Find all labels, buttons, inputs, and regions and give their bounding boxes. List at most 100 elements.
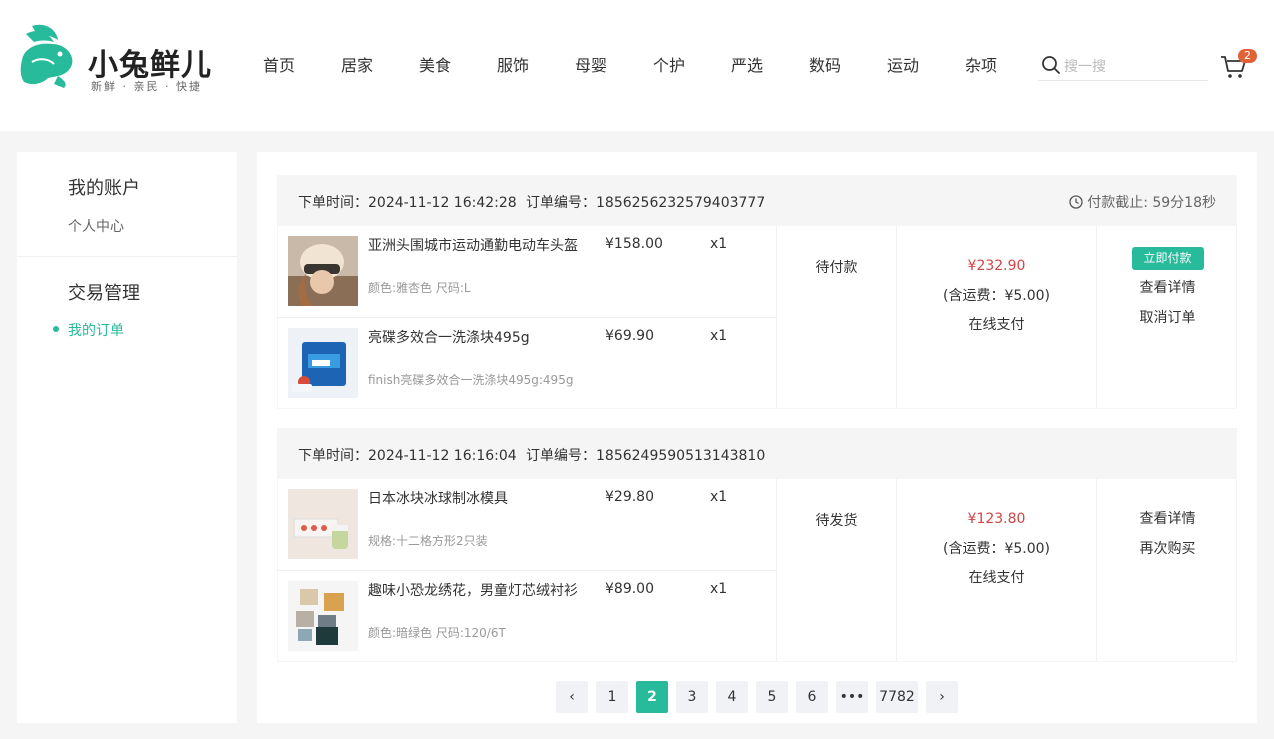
goods-quantity: x1: [710, 236, 728, 252]
view-details-link[interactable]: 查看详情: [1097, 510, 1238, 528]
goods-name[interactable]: 亚洲头围城市运动通勤电动车头盔: [368, 236, 578, 256]
goods-spec: 规格:十二格方形2只装: [368, 534, 488, 548]
more-pages-button[interactable]: •••: [836, 681, 868, 713]
freight-fee: (含运费：¥5.00): [942, 541, 1050, 557]
order-goods-item: 趣味小恐龙绣花，男童灯芯绒衬衫 颜色:暗绿色 尺码:120/6T ¥89.00 …: [278, 570, 777, 661]
order-header: 下单时间：2024-11-12 16:42:28 订单编号：1856256232…: [278, 176, 1236, 226]
order-goods-item: 日本冰块冰球制冰模具 规格:十二格方形2只装 ¥29.80 x1: [278, 479, 777, 570]
order-time-label: 下单时间：: [298, 195, 368, 211]
order-time-value: 2024-11-12 16:42:28: [368, 195, 517, 211]
order-payment-info: ¥123.80 (含运费：¥5.00) 在线支付: [897, 479, 1097, 661]
search-box: [1038, 52, 1208, 81]
order-status: 待发货: [777, 479, 897, 661]
payment-method: 在线支付: [968, 317, 1025, 333]
site-header: 小兔鲜儿 新鲜 · 亲民 · 快捷 首页 居家 美食 服饰 母婴 个护 严选 数…: [0, 0, 1274, 131]
nav-item-misc[interactable]: 杂项: [942, 53, 1020, 79]
view-details-link[interactable]: 查看详情: [1097, 279, 1238, 297]
page-button[interactable]: 3: [676, 681, 708, 713]
search-icon[interactable]: [1041, 55, 1061, 75]
order-number: 订单编号：1856249590513143810: [526, 445, 765, 465]
sidebar-item-my-orders[interactable]: 我的订单: [68, 320, 124, 340]
order-number: 订单编号：1856256232579403777: [526, 192, 765, 212]
pay-now-button[interactable]: 立即付款: [1131, 247, 1204, 270]
order-header: 下单时间：2024-11-12 16:16:04 订单编号：1856249590…: [278, 429, 1236, 479]
order-time: 下单时间：2024-11-12 16:42:28: [298, 192, 517, 212]
order-time-label: 下单时间：: [298, 448, 368, 464]
nav-item-digital[interactable]: 数码: [786, 53, 864, 79]
last-page-button[interactable]: 7782: [876, 681, 918, 713]
goods-spec: 颜色:雅杏色 尺码:L: [368, 281, 471, 295]
order-status: 待付款: [777, 226, 897, 408]
page-button[interactable]: 5: [756, 681, 788, 713]
brand-tagline: 新鲜 · 亲民 · 快捷: [91, 80, 202, 93]
order-list-panel: 下单时间：2024-11-12 16:42:28 订单编号：1856256232…: [257, 152, 1257, 723]
order-payment-info: ¥232.90 (含运费：¥5.00) 在线支付: [897, 226, 1097, 408]
page-button[interactable]: 4: [716, 681, 748, 713]
nav-item-personal-care[interactable]: 个护: [630, 53, 708, 79]
payment-deadline: 付款截止: 59分18秒: [1069, 192, 1216, 212]
order-card: 下单时间：2024-11-12 16:16:04 订单编号：1856249590…: [277, 428, 1237, 662]
main-nav: 首页 居家 美食 服饰 母婴 个护 严选 数码 运动 杂项: [240, 53, 1020, 79]
goods-quantity: x1: [710, 328, 728, 344]
goods-price: ¥89.00: [605, 581, 654, 597]
cancel-order-link[interactable]: 取消订单: [1097, 309, 1238, 327]
brand-logo[interactable]: 小兔鲜儿 新鲜 · 亲民 · 快捷: [18, 22, 218, 94]
order-actions: 查看详情 再次购买: [1097, 479, 1238, 661]
active-dot: [53, 326, 59, 332]
detergent-photo[interactable]: [288, 328, 358, 398]
freight-fee: (含运费：¥5.00): [942, 288, 1050, 304]
order-goods: 亚洲头围城市运动通勤电动车头盔 颜色:雅杏色 尺码:L ¥158.00 x1 亮…: [278, 226, 777, 408]
nav-item-apparel[interactable]: 服饰: [474, 53, 552, 79]
page-button[interactable]: 6: [796, 681, 828, 713]
goods-name[interactable]: 日本冰块冰球制冰模具: [368, 489, 578, 509]
nav-item-selected[interactable]: 严选: [708, 53, 786, 79]
shirts-photo[interactable]: [288, 581, 358, 651]
order-goods-item: 亚洲头围城市运动通勤电动车头盔 颜色:雅杏色 尺码:L ¥158.00 x1: [278, 226, 777, 317]
nav-item-sports[interactable]: 运动: [864, 53, 942, 79]
goods-quantity: x1: [710, 581, 728, 597]
goods-spec: finish亮碟多效合一洗涤块495g:495g: [368, 373, 574, 387]
next-page-button[interactable]: ›: [926, 681, 958, 713]
payment-method: 在线支付: [968, 570, 1025, 586]
nav-item-baby[interactable]: 母婴: [552, 53, 630, 79]
buy-again-link[interactable]: 再次购买: [1097, 540, 1238, 558]
goods-quantity: x1: [710, 489, 728, 505]
goods-price: ¥69.90: [605, 328, 654, 344]
sidebar-item-personal-center[interactable]: 个人中心: [68, 216, 124, 236]
order-body: 日本冰块冰球制冰模具 规格:十二格方形2只装 ¥29.80 x1 趣味小恐龙绣花…: [278, 479, 1236, 661]
order-number-value: 1856249590513143810: [596, 448, 766, 464]
order-body: 亚洲头围城市运动通勤电动车头盔 颜色:雅杏色 尺码:L ¥158.00 x1 亮…: [278, 226, 1236, 408]
goods-spec: 颜色:暗绿色 尺码:120/6T: [368, 626, 506, 640]
nav-item-food[interactable]: 美食: [396, 53, 474, 79]
sidebar-divider: [17, 256, 237, 257]
order-goods-item: 亮碟多效合一洗涤块495g finish亮碟多效合一洗涤块495g:495g ¥…: [278, 317, 777, 408]
order-card: 下单时间：2024-11-12 16:42:28 订单编号：1856256232…: [277, 175, 1237, 409]
order-time-value: 2024-11-12 16:16:04: [368, 448, 517, 464]
order-number-label: 订单编号：: [526, 448, 596, 464]
goods-price: ¥29.80: [605, 489, 654, 505]
pagination: ‹ 1 2 3 4 5 6 ••• 7782 ›: [556, 681, 966, 713]
goods-price: ¥158.00: [605, 236, 663, 252]
order-number-label: 订单编号：: [526, 195, 596, 211]
order-total: ¥232.90: [967, 258, 1026, 274]
payment-deadline-text: 付款截止: 59分18秒: [1087, 195, 1216, 211]
ice-mold-photo[interactable]: [288, 489, 358, 559]
search-input[interactable]: [1064, 56, 1204, 78]
clock-icon: [1069, 195, 1083, 209]
trade-section-title: 交易管理: [68, 283, 140, 304]
page-button[interactable]: 1: [596, 681, 628, 713]
prev-page-button[interactable]: ‹: [556, 681, 588, 713]
goods-name[interactable]: 亮碟多效合一洗涤块495g: [368, 328, 578, 348]
nav-item-home[interactable]: 首页: [240, 53, 318, 79]
account-section-title: 我的账户: [68, 178, 140, 199]
page-button-current[interactable]: 2: [636, 681, 668, 713]
order-number-value: 1856256232579403777: [596, 195, 766, 211]
member-sidebar: 我的账户 个人中心 交易管理 我的订单: [17, 152, 237, 723]
cart-count-badge: 2: [1238, 49, 1257, 63]
order-time: 下单时间：2024-11-12 16:16:04: [298, 445, 517, 465]
helmet-photo[interactable]: [288, 236, 358, 306]
nav-item-home-living[interactable]: 居家: [318, 53, 396, 79]
goods-name[interactable]: 趣味小恐龙绣花，男童灯芯绒衬衫: [368, 581, 578, 601]
order-total: ¥123.80: [967, 511, 1026, 527]
order-goods: 日本冰块冰球制冰模具 规格:十二格方形2只装 ¥29.80 x1 趣味小恐龙绣花…: [278, 479, 777, 661]
